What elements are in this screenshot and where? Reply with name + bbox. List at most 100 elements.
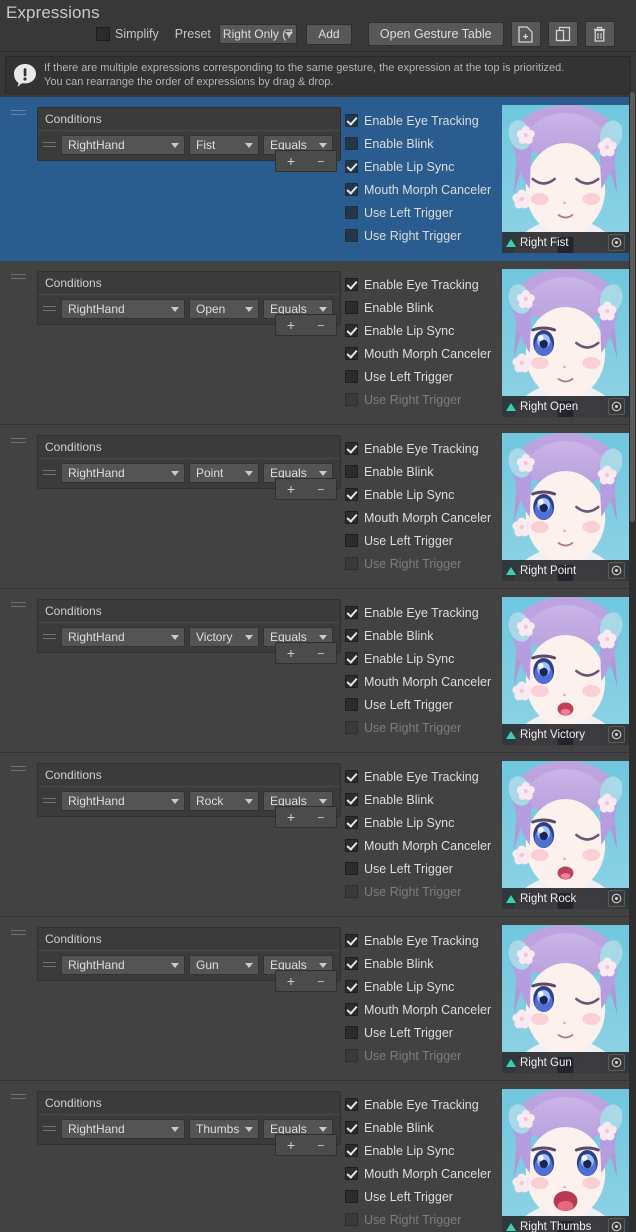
toggle-lip-sync[interactable]: Enable Lip Sync xyxy=(345,975,491,998)
checkbox[interactable] xyxy=(345,183,358,196)
checkbox[interactable] xyxy=(345,278,358,291)
checkbox[interactable] xyxy=(345,511,358,524)
checkbox[interactable] xyxy=(345,465,358,478)
expression-thumbnail[interactable]: Right Gun xyxy=(502,925,629,1073)
remove-condition-button[interactable]: − xyxy=(306,151,336,171)
toggle-eye-tracking[interactable]: Enable Eye Tracking xyxy=(345,273,491,296)
condition-gesture-dropdown[interactable]: Point xyxy=(189,463,259,483)
toggle-lip-sync[interactable]: Enable Lip Sync xyxy=(345,155,491,178)
checkbox[interactable] xyxy=(345,606,358,619)
expression-thumbnail[interactable]: Right Open xyxy=(502,269,629,417)
checkbox[interactable] xyxy=(345,324,358,337)
checkbox[interactable] xyxy=(345,301,358,314)
checkbox[interactable] xyxy=(345,980,358,993)
checkbox[interactable] xyxy=(345,160,358,173)
condition-gesture-dropdown[interactable]: Rock xyxy=(189,791,259,811)
expand-triangle-icon[interactable] xyxy=(506,566,516,575)
checkbox[interactable] xyxy=(345,770,358,783)
remove-condition-button[interactable]: − xyxy=(306,971,336,991)
condition-target-dropdown[interactable]: RightHand xyxy=(61,463,185,483)
toggle-left-trigger[interactable]: Use Left Trigger xyxy=(345,365,491,388)
toggle-left-trigger[interactable]: Use Left Trigger xyxy=(345,529,491,552)
condition-drag-handle[interactable] xyxy=(43,469,56,477)
remove-condition-button[interactable]: − xyxy=(306,315,336,335)
toggle-mouth-morph[interactable]: Mouth Morph Canceler xyxy=(345,342,491,365)
condition-target-dropdown[interactable]: RightHand xyxy=(61,955,185,975)
expression-row[interactable]: Conditions RightHand Rock Equals + − Ena… xyxy=(0,753,629,917)
checkbox[interactable] xyxy=(345,442,358,455)
toggle-left-trigger[interactable]: Use Left Trigger xyxy=(345,857,491,880)
toggle-blink[interactable]: Enable Blink xyxy=(345,460,491,483)
toggle-right-trigger[interactable]: Use Right Trigger xyxy=(345,224,491,247)
condition-gesture-dropdown[interactable]: Fist xyxy=(189,135,259,155)
toggle-blink[interactable]: Enable Blink xyxy=(345,132,491,155)
expression-thumbnail[interactable]: Right Thumbs xyxy=(502,1089,629,1232)
vertical-scrollbar[interactable] xyxy=(629,92,636,1232)
toggle-left-trigger[interactable]: Use Left Trigger xyxy=(345,1021,491,1044)
toggle-eye-tracking[interactable]: Enable Eye Tracking xyxy=(345,1093,491,1116)
toggle-mouth-morph[interactable]: Mouth Morph Canceler xyxy=(345,506,491,529)
toggle-lip-sync[interactable]: Enable Lip Sync xyxy=(345,1139,491,1162)
add-button[interactable]: Add xyxy=(305,23,352,45)
checkbox[interactable] xyxy=(345,675,358,688)
toggle-blink[interactable]: Enable Blink xyxy=(345,788,491,811)
checkbox[interactable] xyxy=(345,1144,358,1157)
select-target-button[interactable] xyxy=(608,1218,625,1232)
simplify-checkbox[interactable] xyxy=(96,27,110,41)
checkbox[interactable] xyxy=(345,137,358,150)
checkbox[interactable] xyxy=(345,934,358,947)
expression-thumbnail[interactable]: Right Victory xyxy=(502,597,629,745)
drag-handle[interactable] xyxy=(11,1094,26,1102)
toggle-lip-sync[interactable]: Enable Lip Sync xyxy=(345,483,491,506)
toggle-blink[interactable]: Enable Blink xyxy=(345,1116,491,1139)
select-target-button[interactable] xyxy=(608,1054,625,1071)
checkbox[interactable] xyxy=(345,1167,358,1180)
drag-handle[interactable] xyxy=(11,274,26,282)
toggle-eye-tracking[interactable]: Enable Eye Tracking xyxy=(345,601,491,624)
remove-condition-button[interactable]: − xyxy=(306,807,336,827)
checkbox[interactable] xyxy=(345,229,358,242)
checkbox[interactable] xyxy=(345,347,358,360)
condition-drag-handle[interactable] xyxy=(43,305,56,313)
drag-handle[interactable] xyxy=(11,110,26,118)
checkbox[interactable] xyxy=(345,652,358,665)
add-condition-button[interactable]: + xyxy=(276,315,306,335)
drag-handle[interactable] xyxy=(11,602,26,610)
checkbox[interactable] xyxy=(345,839,358,852)
toggle-lip-sync[interactable]: Enable Lip Sync xyxy=(345,319,491,342)
open-gesture-table-button[interactable]: Open Gesture Table xyxy=(367,22,504,46)
toggle-blink[interactable]: Enable Blink xyxy=(345,952,491,975)
checkbox[interactable] xyxy=(345,862,358,875)
checkbox[interactable] xyxy=(345,1026,358,1039)
expand-triangle-icon[interactable] xyxy=(506,730,516,739)
condition-gesture-dropdown[interactable]: Open xyxy=(189,299,259,319)
condition-drag-handle[interactable] xyxy=(43,633,56,641)
toggle-blink[interactable]: Enable Blink xyxy=(345,624,491,647)
condition-gesture-dropdown[interactable]: Thumbs xyxy=(189,1119,259,1139)
condition-target-dropdown[interactable]: RightHand xyxy=(61,135,185,155)
expression-row[interactable]: Conditions RightHand Point Equals + − En… xyxy=(0,425,629,589)
checkbox[interactable] xyxy=(345,816,358,829)
checkbox[interactable] xyxy=(345,1003,358,1016)
checkbox[interactable] xyxy=(345,1098,358,1111)
expression-row[interactable]: Conditions RightHand Fist Equals + − Ena… xyxy=(0,97,629,261)
expand-triangle-icon[interactable] xyxy=(506,1058,516,1067)
expand-triangle-icon[interactable] xyxy=(506,402,516,411)
checkbox[interactable] xyxy=(345,114,358,127)
select-target-button[interactable] xyxy=(608,726,625,743)
condition-drag-handle[interactable] xyxy=(43,961,56,969)
toggle-left-trigger[interactable]: Use Left Trigger xyxy=(345,693,491,716)
toggle-blink[interactable]: Enable Blink xyxy=(345,296,491,319)
remove-condition-button[interactable]: − xyxy=(306,1135,336,1155)
preset-dropdown[interactable]: Right Only (7 xyxy=(218,24,297,44)
condition-gesture-dropdown[interactable]: Gun xyxy=(189,955,259,975)
checkbox[interactable] xyxy=(345,534,358,547)
condition-drag-handle[interactable] xyxy=(43,797,56,805)
toggle-lip-sync[interactable]: Enable Lip Sync xyxy=(345,647,491,670)
expression-row[interactable]: Conditions RightHand Victory Equals + − … xyxy=(0,589,629,753)
checkbox[interactable] xyxy=(345,1121,358,1134)
toggle-eye-tracking[interactable]: Enable Eye Tracking xyxy=(345,437,491,460)
duplicate-button[interactable] xyxy=(547,21,578,47)
toggle-left-trigger[interactable]: Use Left Trigger xyxy=(345,201,491,224)
checkbox[interactable] xyxy=(345,957,358,970)
